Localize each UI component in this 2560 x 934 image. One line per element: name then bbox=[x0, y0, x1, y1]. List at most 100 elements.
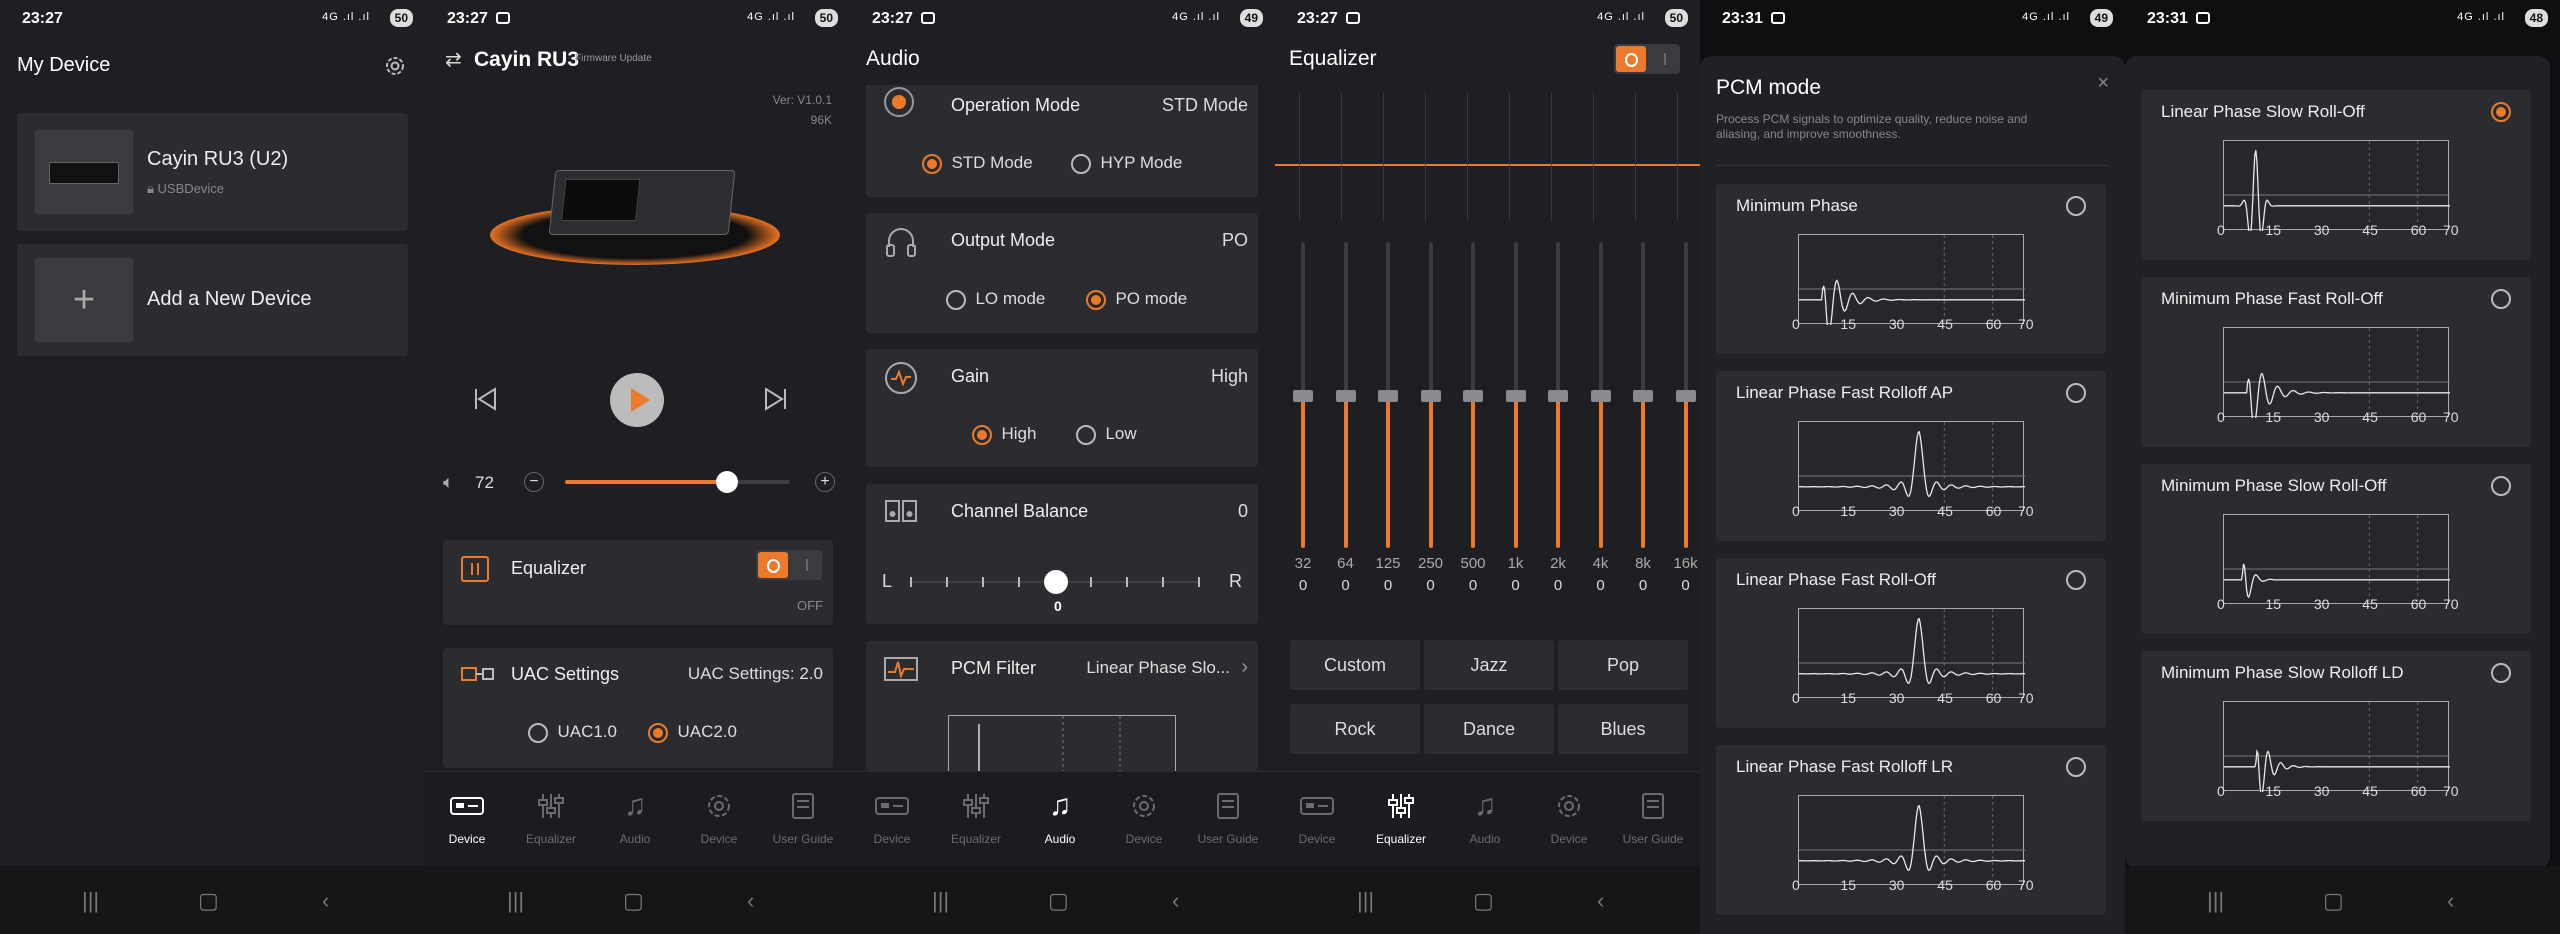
recents-icon[interactable]: ||| bbox=[507, 888, 524, 914]
tab-device-settings[interactable]: Device bbox=[1102, 790, 1186, 846]
equalizer-card[interactable]: Equalizer OFF bbox=[443, 540, 833, 625]
eq-band-slider[interactable]: 125 0 bbox=[1372, 240, 1404, 600]
tab-user-guide[interactable]: User Guide bbox=[761, 790, 845, 846]
tab-equalizer[interactable]: Equalizer bbox=[1359, 790, 1443, 846]
eq-band-knob[interactable] bbox=[1463, 390, 1483, 402]
lo-mode-radio[interactable] bbox=[946, 289, 966, 310]
back-icon[interactable]: ‹ bbox=[2447, 888, 2454, 914]
std-mode-option[interactable]: STD Mode bbox=[922, 153, 1033, 174]
eq-band-slider[interactable]: 64 0 bbox=[1330, 240, 1362, 600]
uac1-option[interactable]: UAC1.0 bbox=[528, 722, 617, 743]
preset-custom-button[interactable]: Custom bbox=[1290, 640, 1420, 690]
tab-audio[interactable]: ♫ Audio bbox=[1018, 789, 1102, 846]
tab-audio[interactable]: ♫ Audio bbox=[1443, 789, 1527, 846]
lo-mode-option[interactable]: LO mode bbox=[946, 289, 1045, 310]
po-mode-radio[interactable] bbox=[1086, 289, 1106, 310]
previous-track-button[interactable] bbox=[472, 386, 498, 417]
eq-band-slider[interactable]: 32 0 bbox=[1287, 240, 1319, 600]
firmware-link[interactable]: Firmware Update bbox=[575, 53, 652, 64]
std-mode-radio[interactable] bbox=[922, 153, 942, 174]
device-card[interactable]: Cayin RU3 (U2) 🔒︎ USBDevice bbox=[17, 113, 408, 231]
home-icon[interactable]: ▢ bbox=[1048, 888, 1069, 914]
eq-band-knob[interactable] bbox=[1548, 390, 1568, 402]
eq-band-slider[interactable]: 8k 0 bbox=[1627, 240, 1659, 600]
eq-band-knob[interactable] bbox=[1590, 390, 1611, 402]
next-track-button[interactable] bbox=[763, 386, 789, 417]
gain-high-radio[interactable] bbox=[972, 424, 992, 445]
home-icon[interactable]: ▢ bbox=[623, 888, 644, 914]
tab-user-guide[interactable]: User Guide bbox=[1186, 790, 1270, 846]
filter-option[interactable]: Minimum Phase Fast Roll-Off 0 15 30 45 60 70 bbox=[2141, 277, 2531, 447]
tab-device-settings[interactable]: Device bbox=[1527, 790, 1611, 846]
eq-band-slider[interactable]: 250 0 bbox=[1415, 240, 1447, 600]
hyp-mode-radio[interactable] bbox=[1071, 153, 1091, 174]
filter-radio[interactable] bbox=[2491, 289, 2511, 309]
eq-band-slider[interactable]: 4k 0 bbox=[1585, 240, 1617, 600]
pcm-filter-card[interactable]: PCM Filter Linear Phase Slo... › bbox=[866, 641, 1258, 776]
add-device-button[interactable]: + Add a New Device bbox=[17, 244, 408, 356]
play-button[interactable] bbox=[610, 373, 664, 427]
switch-device-icon[interactable]: ⇄ bbox=[445, 47, 462, 72]
filter-radio[interactable] bbox=[2491, 102, 2511, 122]
back-icon[interactable]: ‹ bbox=[1597, 888, 1604, 914]
filter-option[interactable]: Linear Phase Fast Rolloff AP 0 15 30 45 60 70 bbox=[1716, 371, 2106, 541]
recents-icon[interactable]: ||| bbox=[1357, 888, 1374, 914]
equalizer-toggle[interactable] bbox=[1614, 44, 1680, 74]
uac-card[interactable]: UAC Settings UAC Settings: 2.0 UAC1.0 UA… bbox=[443, 648, 833, 768]
eq-band-slider[interactable]: 2k 0 bbox=[1542, 240, 1574, 600]
balance-knob[interactable] bbox=[1044, 570, 1068, 594]
filter-option[interactable]: Minimum Phase Slow Rolloff LD 0 15 30 45 60 70 bbox=[2141, 651, 2531, 821]
filter-option[interactable]: Minimum Phase Slow Roll-Off 0 15 30 45 60 70 bbox=[2141, 464, 2531, 634]
uac2-radio[interactable] bbox=[648, 722, 668, 743]
filter-option[interactable]: Linear Phase Fast Rolloff LR 0 15 30 45 60 70 bbox=[1716, 745, 2106, 915]
preset-pop-button[interactable]: Pop bbox=[1558, 640, 1688, 690]
filter-option[interactable]: Linear Phase Fast Roll-Off 0 15 30 45 60 70 bbox=[1716, 558, 2106, 728]
back-icon[interactable]: ‹ bbox=[747, 888, 754, 914]
filter-option[interactable]: Linear Phase Slow Roll-Off 0 15 30 45 60 70 bbox=[2141, 90, 2531, 260]
eq-band-knob[interactable] bbox=[1633, 390, 1653, 402]
eq-band-slider[interactable]: 16k 0 bbox=[1670, 240, 1701, 600]
eq-band-slider[interactable]: 500 0 bbox=[1457, 240, 1489, 600]
filter-radio[interactable] bbox=[2066, 570, 2086, 590]
preset-blues-button[interactable]: Blues bbox=[1558, 704, 1688, 754]
back-icon[interactable]: ‹ bbox=[322, 888, 329, 914]
preset-jazz-button[interactable]: Jazz bbox=[1424, 640, 1554, 690]
tab-equalizer[interactable]: Equalizer bbox=[509, 790, 593, 846]
gain-low-option[interactable]: Low bbox=[1076, 424, 1137, 445]
volume-down-button[interactable]: − bbox=[524, 472, 544, 492]
balance-slider[interactable] bbox=[910, 570, 1200, 594]
hyp-mode-option[interactable]: HYP Mode bbox=[1071, 153, 1182, 174]
po-mode-option[interactable]: PO mode bbox=[1086, 289, 1187, 310]
eq-band-knob[interactable] bbox=[1675, 390, 1696, 402]
home-icon[interactable]: ▢ bbox=[1473, 888, 1494, 914]
eq-band-slider[interactable]: 1k 0 bbox=[1500, 240, 1532, 600]
volume-up-button[interactable]: + bbox=[815, 472, 835, 492]
filter-radio[interactable] bbox=[2066, 383, 2086, 403]
home-icon[interactable]: ▢ bbox=[198, 888, 219, 914]
volume-knob[interactable] bbox=[716, 471, 738, 493]
gain-low-radio[interactable] bbox=[1076, 424, 1096, 445]
home-icon[interactable]: ▢ bbox=[2323, 888, 2344, 914]
recents-icon[interactable]: ||| bbox=[932, 888, 949, 914]
eq-band-knob[interactable] bbox=[1420, 390, 1441, 402]
uac2-option[interactable]: UAC2.0 bbox=[648, 722, 737, 743]
gain-high-option[interactable]: High bbox=[972, 424, 1036, 445]
eq-band-knob[interactable] bbox=[1335, 390, 1356, 402]
preset-rock-button[interactable]: Rock bbox=[1290, 704, 1420, 754]
settings-gear-icon[interactable] bbox=[384, 55, 406, 77]
tab-user-guide[interactable]: User Guide bbox=[1611, 790, 1695, 846]
tab-device[interactable]: Device bbox=[1275, 790, 1359, 846]
eq-band-knob[interactable] bbox=[1505, 390, 1526, 402]
close-icon[interactable]: × bbox=[2097, 72, 2109, 95]
tab-equalizer[interactable]: Equalizer bbox=[934, 790, 1018, 846]
tab-device[interactable]: Device bbox=[425, 790, 509, 846]
preset-dance-button[interactable]: Dance bbox=[1424, 704, 1554, 754]
recents-icon[interactable]: ||| bbox=[2207, 888, 2224, 914]
volume-slider[interactable] bbox=[565, 471, 790, 493]
tab-audio[interactable]: ♫ Audio bbox=[593, 789, 677, 846]
eq-band-knob[interactable] bbox=[1293, 390, 1313, 402]
tab-device-settings[interactable]: Device bbox=[677, 790, 761, 846]
filter-radio[interactable] bbox=[2066, 757, 2086, 777]
filter-radio[interactable] bbox=[2491, 663, 2511, 683]
filter-radio[interactable] bbox=[2066, 196, 2086, 216]
